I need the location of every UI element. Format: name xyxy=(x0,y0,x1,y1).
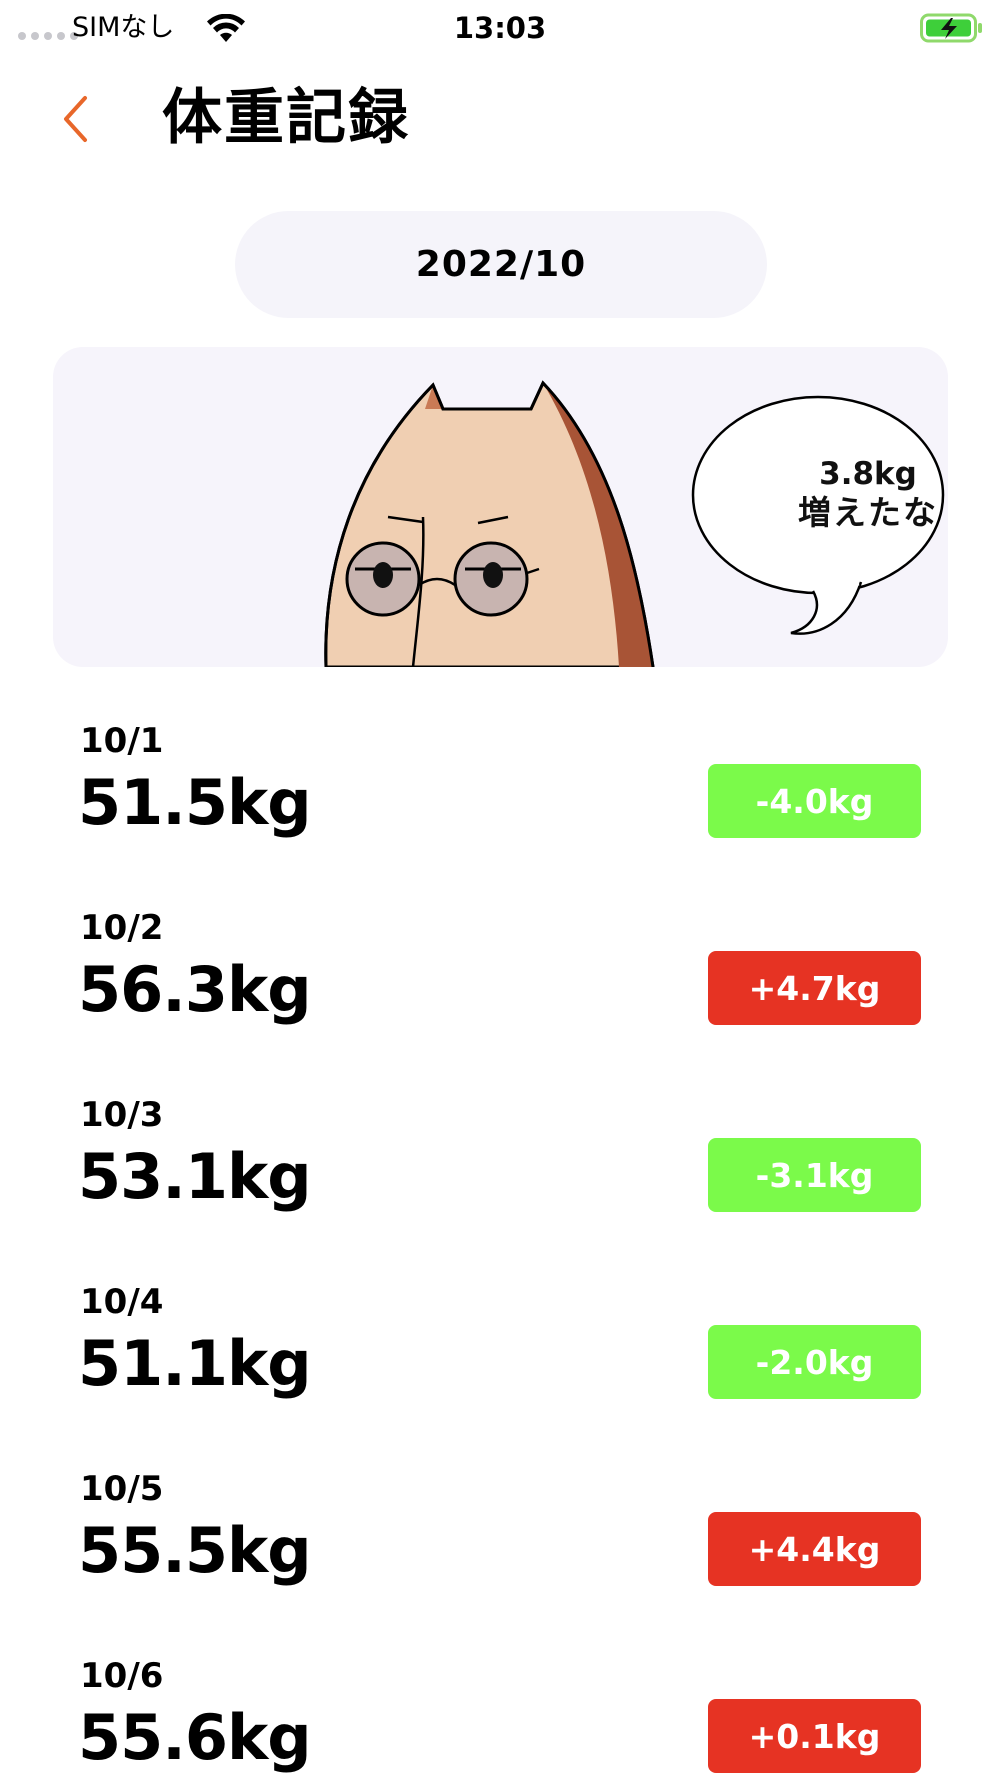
weight-record-screen: SIMなし 13:03 体重記録 2022/10 3.8kg 増えたな 10/1… xyxy=(0,0,1000,1778)
diff-badge: +4.7kg xyxy=(708,951,921,1025)
record-weight: 56.3kg xyxy=(78,953,312,1026)
record-row[interactable]: 10/4 51.1kg -2.0kg xyxy=(0,1281,1000,1441)
record-date: 10/3 xyxy=(80,1095,164,1135)
record-weight: 51.1kg xyxy=(78,1327,312,1400)
record-weight: 53.1kg xyxy=(78,1140,312,1213)
diff-badge: -4.0kg xyxy=(708,764,921,838)
month-selector[interactable]: 2022/10 xyxy=(235,211,767,318)
record-weight: 55.5kg xyxy=(78,1514,312,1587)
record-date: 10/2 xyxy=(80,908,164,948)
diff-badge: -2.0kg xyxy=(708,1325,921,1399)
bubble-amount: 3.8kg xyxy=(819,456,917,492)
record-date: 10/4 xyxy=(80,1282,164,1322)
record-date: 10/1 xyxy=(80,721,164,761)
record-row[interactable]: 10/2 56.3kg +4.7kg xyxy=(0,907,1000,1067)
summary-banner: 3.8kg 増えたな xyxy=(53,347,948,667)
diff-badge: +0.1kg xyxy=(708,1699,921,1773)
speech-bubble-text: 3.8kg 増えたな xyxy=(743,455,948,533)
record-weight: 51.5kg xyxy=(78,766,312,839)
record-row[interactable]: 10/3 53.1kg -3.1kg xyxy=(0,1094,1000,1254)
status-time: 13:03 xyxy=(453,11,547,45)
page-title: 体重記録 xyxy=(162,83,410,153)
battery-charging-icon xyxy=(920,13,982,43)
record-row[interactable]: 10/6 55.6kg +0.1kg xyxy=(0,1655,1000,1778)
bubble-phrase: 増えたな xyxy=(798,493,938,532)
back-button[interactable] xyxy=(52,92,102,146)
diff-badge: +4.4kg xyxy=(708,1512,921,1586)
month-label: 2022/10 xyxy=(415,244,587,285)
record-row[interactable]: 10/5 55.5kg +4.4kg xyxy=(0,1468,1000,1628)
diff-badge: -3.1kg xyxy=(708,1138,921,1212)
record-date: 10/6 xyxy=(80,1656,164,1696)
status-bar: SIMなし 13:03 xyxy=(0,0,1000,56)
record-date: 10/5 xyxy=(80,1469,164,1509)
record-row[interactable]: 10/1 51.5kg -4.0kg xyxy=(0,720,1000,880)
record-weight: 55.6kg xyxy=(78,1701,312,1774)
chevron-left-icon xyxy=(64,96,87,142)
